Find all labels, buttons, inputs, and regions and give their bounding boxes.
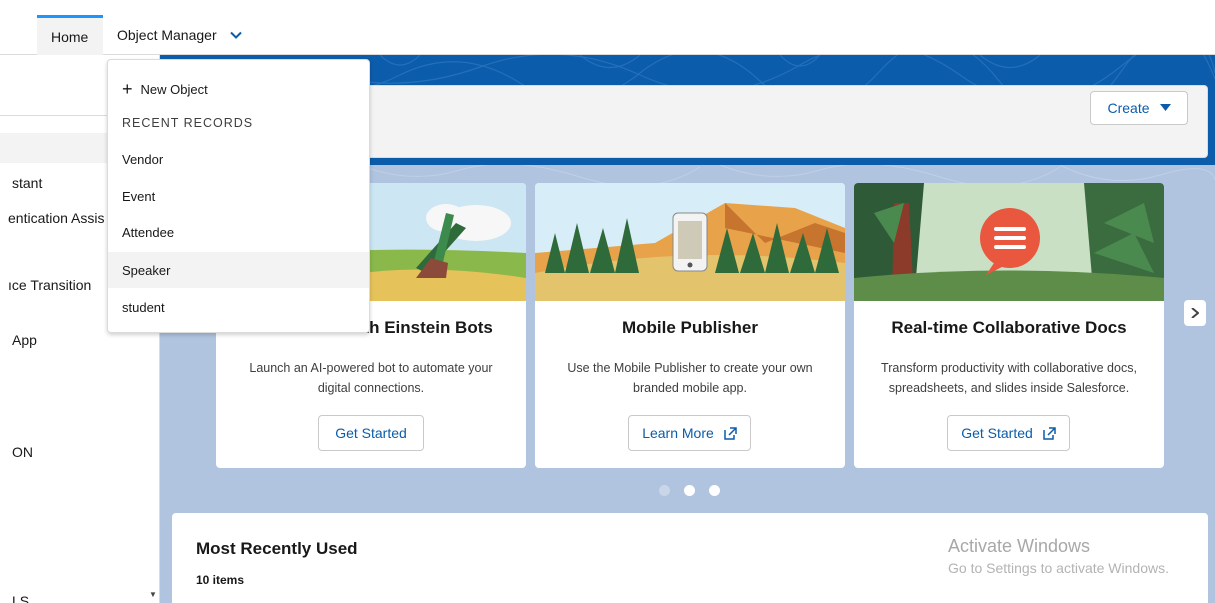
button-label: Get Started: [335, 425, 407, 441]
mobile-publisher-illustration: [535, 183, 845, 301]
most-recently-used-panel: Most Recently Used 10 items Activate Win…: [172, 513, 1208, 603]
card-collaborative-docs: Real-time Collaborative Docs Transform p…: [854, 183, 1164, 468]
scroll-down-icon[interactable]: ▼: [149, 590, 157, 599]
learn-more-button[interactable]: Learn More: [628, 415, 751, 451]
carousel-dot-2[interactable]: [684, 485, 695, 496]
panel-title: Most Recently Used: [196, 539, 358, 558]
button-label: Get Started: [961, 425, 1033, 441]
sidebar-section-label-tools: LS: [12, 593, 30, 603]
chevron-right-icon: [1191, 308, 1199, 318]
get-started-button[interactable]: Get Started: [318, 415, 424, 451]
activation-watermark-title: Activate Windows: [948, 536, 1091, 556]
tab-home[interactable]: Home: [37, 15, 103, 55]
carousel-next-button[interactable]: [1184, 300, 1206, 326]
create-button-label: Create: [1107, 100, 1150, 116]
item-count: 10 items: [196, 573, 245, 587]
add-icon: +: [122, 79, 133, 99]
menu-item-label: New Object: [140, 81, 208, 97]
tab-object-manager-label: Object Manager: [117, 27, 217, 43]
menu-item-attendee[interactable]: Attendee: [108, 214, 369, 250]
tab-home-label: Home: [51, 28, 89, 45]
tab-object-manager[interactable]: Object Manager: [103, 15, 260, 55]
create-button[interactable]: Create: [1090, 91, 1188, 125]
sidebar-section-label: ON: [12, 444, 33, 460]
get-started-external-button[interactable]: Get Started: [947, 415, 1070, 451]
menu-item-student[interactable]: student: [108, 289, 369, 325]
sidebar-item-authentication-assistant[interactable]: entication Assis: [8, 210, 105, 226]
carousel-dot-3[interactable]: [709, 485, 720, 496]
chevron-down-icon[interactable]: [229, 28, 243, 42]
object-manager-dropdown: + New Object RECENT RECORDS Vendor Event…: [107, 59, 370, 333]
card-description: Transform productivity with collaborativ…: [881, 361, 1137, 395]
sidebar-item-experience-transition[interactable]: ıce Transition: [8, 277, 91, 293]
sidebar-item-assistant[interactable]: stant: [12, 175, 42, 191]
external-link-icon: [1043, 426, 1056, 440]
caret-down-icon: [1159, 104, 1171, 111]
carousel-dot-1[interactable]: [659, 485, 670, 496]
external-link-icon: [724, 426, 737, 440]
new-object-menu-item[interactable]: + New Object: [108, 71, 369, 107]
card-description: Launch an AI-powered bot to automate you…: [249, 361, 493, 395]
card-title: Mobile Publisher: [621, 318, 759, 337]
menu-item-vendor[interactable]: Vendor: [108, 141, 369, 177]
top-navigation: Home Object Manager: [0, 0, 1215, 55]
menu-item-speaker[interactable]: Speaker: [108, 252, 369, 288]
menu-item-event[interactable]: Event: [108, 178, 369, 214]
card-mobile-publisher: Mobile Publisher Use the Mobile Publishe…: [535, 183, 845, 468]
button-label: Learn More: [642, 425, 714, 441]
card-description: Use the Mobile Publisher to create your …: [567, 361, 813, 395]
sidebar-item-app[interactable]: App: [12, 332, 37, 348]
activation-watermark-text: Go to Settings to activate Windows.: [948, 560, 1169, 576]
card-title: Real-time Collaborative Docs: [891, 318, 1127, 337]
recent-records-header: RECENT RECORDS: [122, 116, 254, 130]
collaborative-docs-illustration: [854, 183, 1164, 301]
